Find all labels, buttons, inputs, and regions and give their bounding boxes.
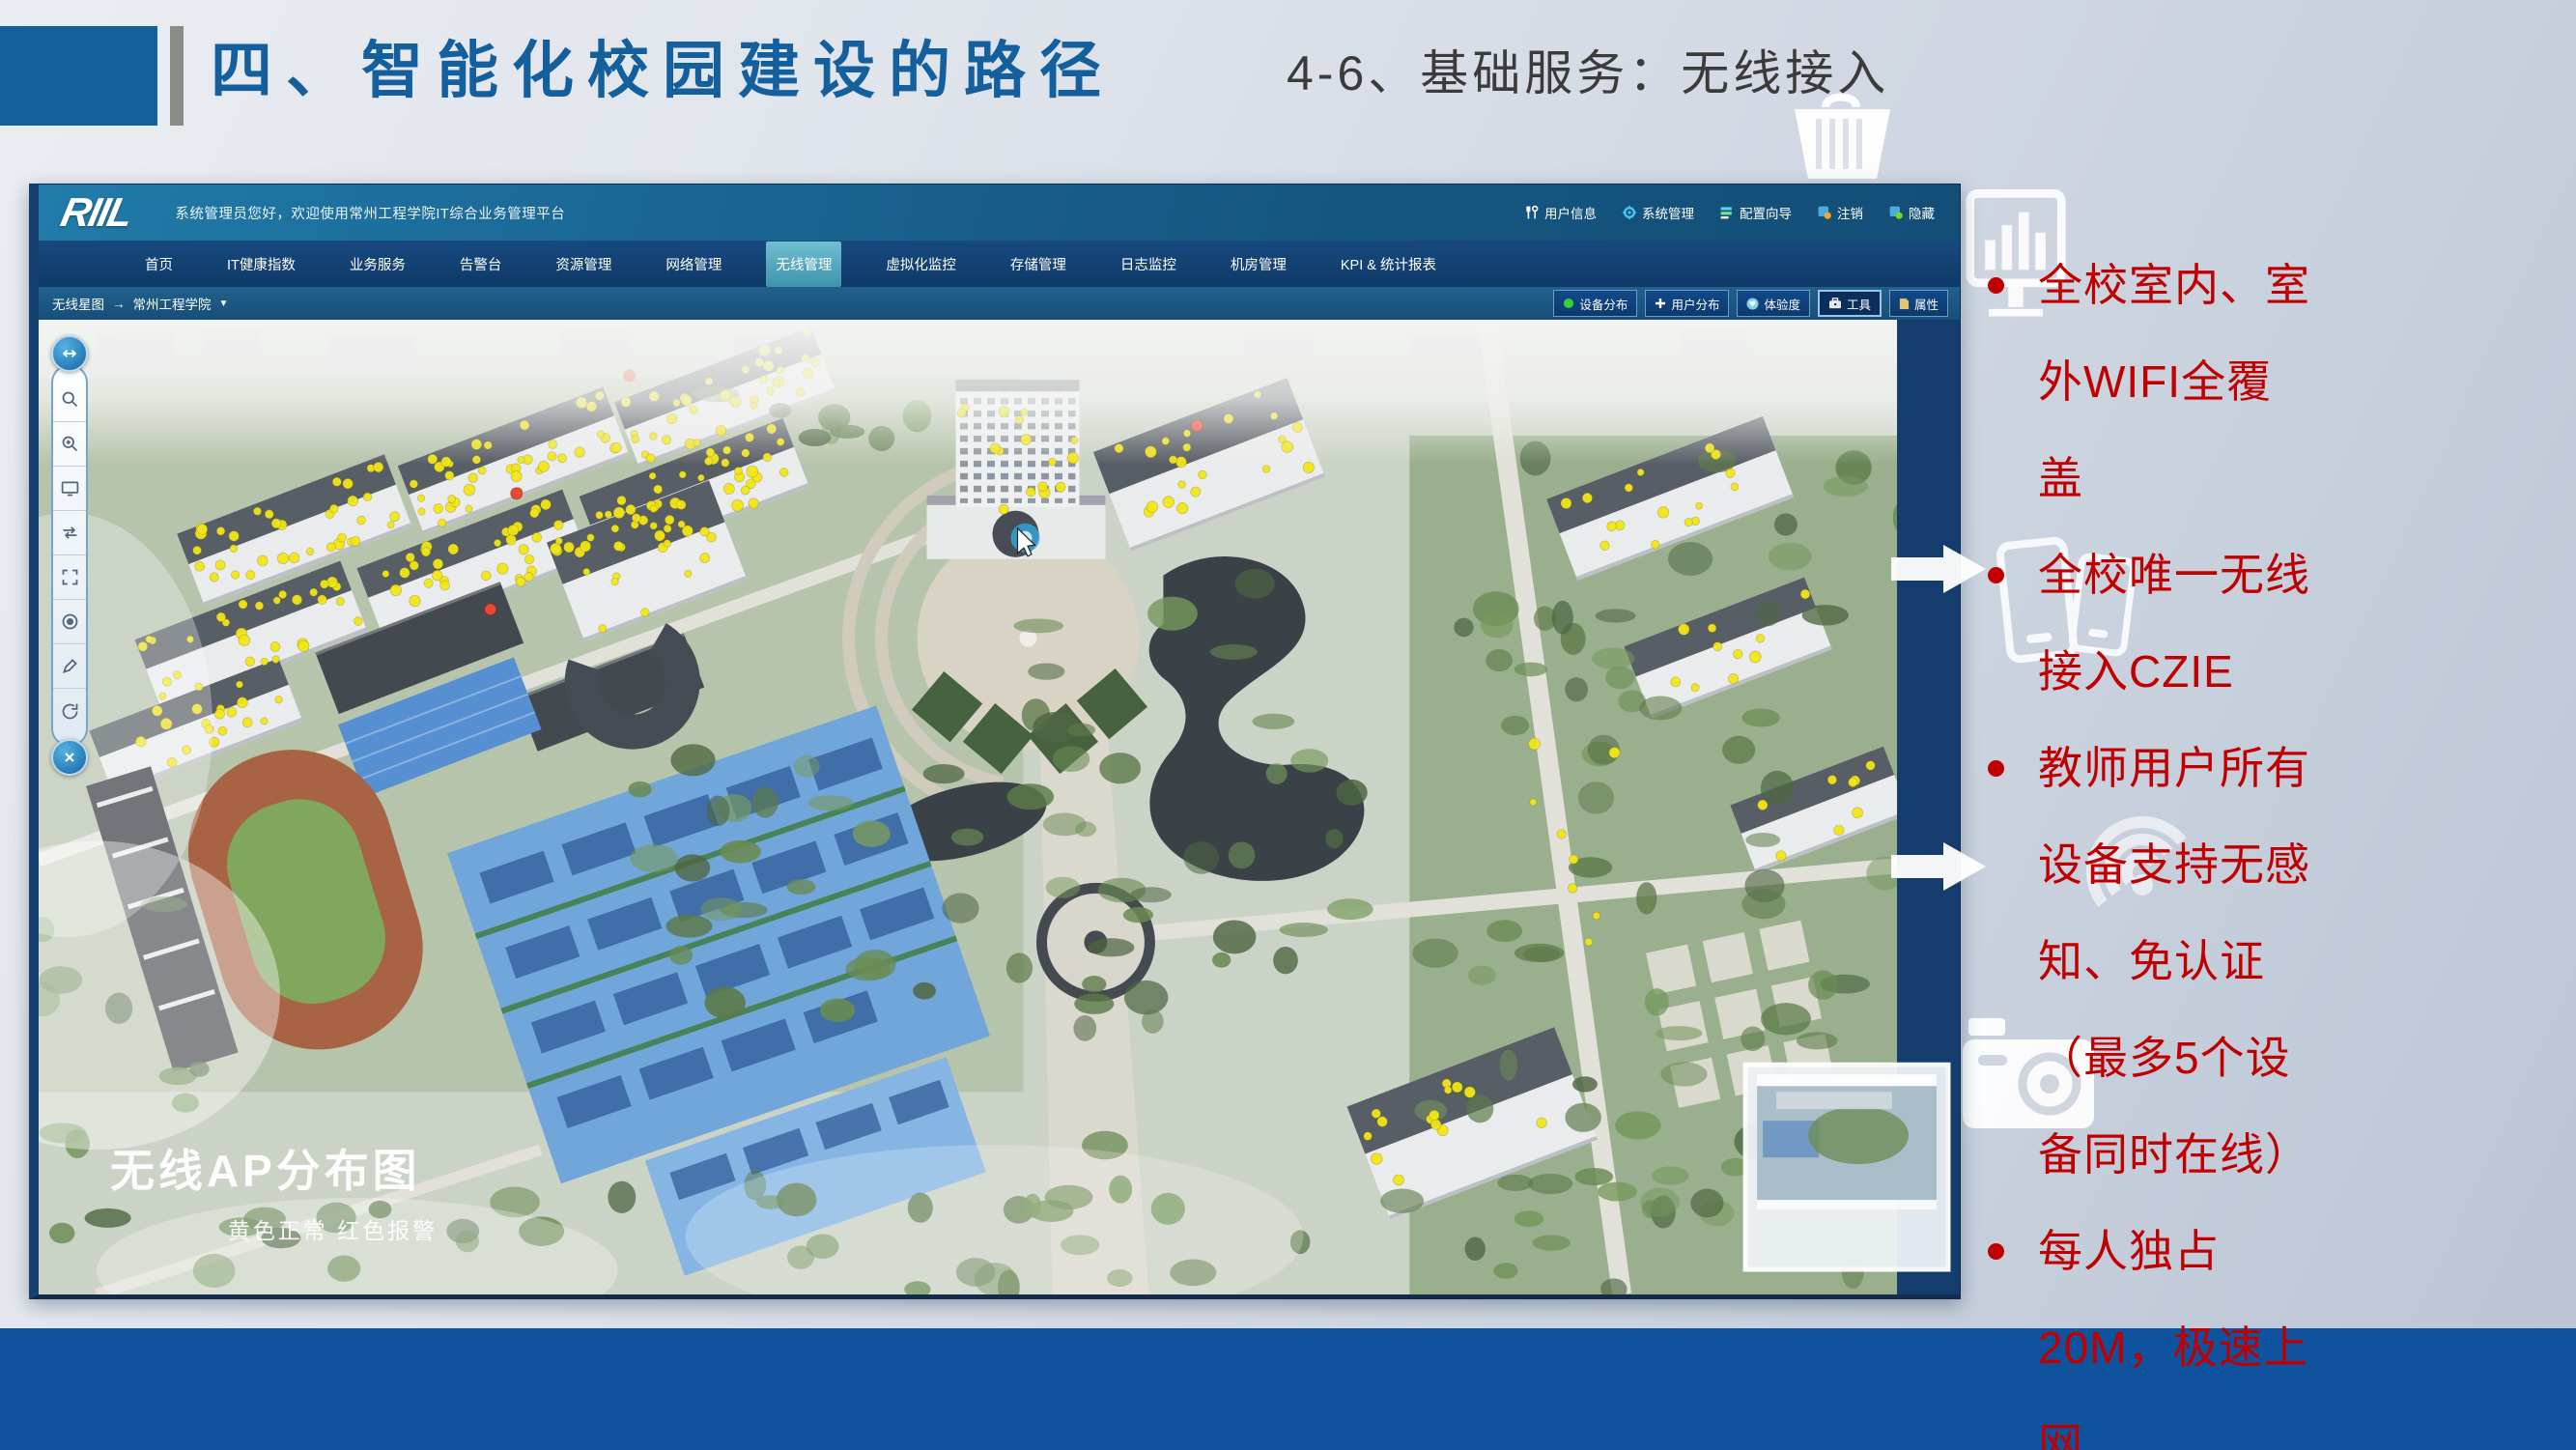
slide-subtitle: 4-6、基础服务：无线接入	[1287, 35, 1889, 104]
welcome-text: 系统管理员您好，欢迎使用常州工程学院IT综合业务管理平台	[175, 203, 565, 223]
edit-tool[interactable]	[53, 644, 86, 689]
swap-arrows-icon	[60, 523, 80, 543]
arrow-right-icon	[1891, 539, 1988, 599]
nav-alarm[interactable]: 告警台	[450, 242, 512, 287]
view-toolbar: 设备分布 用户分布 体验度 工具 属性	[1553, 290, 1948, 317]
swap-tool[interactable]	[53, 511, 86, 555]
close-x-icon	[62, 750, 77, 765]
tools-briefcase-icon	[1828, 298, 1842, 309]
record-tool[interactable]	[53, 600, 86, 644]
main-nav: 首页 IT健康指数 业务服务 告警台 资源管理 网络管理 无线管理 虚拟化监控 …	[39, 241, 1960, 287]
hide-icon	[1888, 205, 1904, 220]
map-tool-pill	[51, 364, 88, 747]
wizard-icon	[1719, 205, 1735, 220]
tools-button[interactable]: 工具	[1818, 290, 1882, 317]
fullscreen-tool[interactable]	[53, 555, 86, 600]
riil-logo: RIIL	[57, 189, 136, 236]
device-distribution-button[interactable]: 设备分布	[1553, 290, 1637, 317]
nav-it-health[interactable]: IT健康指数	[217, 242, 305, 287]
nav-network[interactable]: 网络管理	[656, 242, 731, 287]
logout-link[interactable]: 注销	[1817, 203, 1863, 222]
logout-icon	[1817, 205, 1832, 220]
breadcrumb-root[interactable]: 无线星图	[52, 294, 104, 313]
map-toolbar	[48, 335, 91, 776]
nav-virtualization[interactable]: 虚拟化监控	[876, 242, 966, 287]
edit-pencil-icon	[60, 656, 80, 676]
app-header: RIIL 系统管理员您好，欢迎使用常州工程学院IT综合业务管理平台 用户信息 系…	[39, 185, 1960, 241]
experience-heart-icon	[1746, 298, 1759, 310]
bullet-text: 全校室内、室外WIFI全覆盖	[2038, 260, 2310, 503]
refresh-icon	[60, 701, 80, 722]
zoom-in-tool[interactable]	[53, 422, 86, 467]
nav-wireless[interactable]: 无线管理	[766, 242, 841, 287]
refresh-tool[interactable]	[53, 689, 86, 733]
presentation-slide: 四、智能化校园建设的路径 4-6、基础服务：无线接入	[0, 0, 2576, 1450]
bullet-item: 全校唯一无线接入CZIE	[1978, 526, 2316, 720]
title-accent-square	[0, 26, 157, 126]
bullet-text: 全校唯一无线接入CZIE	[2038, 550, 2310, 697]
zoom-in-icon	[60, 434, 80, 454]
breadcrumb-current[interactable]: 常州工程学院	[133, 294, 212, 313]
bullet-item: 全校室内、室外WIFI全覆盖	[1978, 237, 2316, 526]
nav-resource[interactable]: 资源管理	[546, 242, 621, 287]
screen-icon	[60, 478, 80, 498]
overview-minimap[interactable]	[1745, 1065, 1948, 1269]
experience-button[interactable]: 体验度	[1737, 290, 1810, 317]
basket-icon	[1787, 92, 1898, 181]
properties-doc-icon	[1899, 298, 1910, 310]
nav-log[interactable]: 日志监控	[1111, 242, 1186, 287]
bullet-dot	[1988, 1243, 2004, 1260]
title-accent-bar	[170, 26, 184, 126]
record-dot-icon	[60, 611, 80, 632]
user-distribution-button[interactable]: 用户分布	[1645, 290, 1729, 317]
collapse-arrow-icon	[60, 344, 79, 363]
user-info-icon	[1524, 205, 1540, 220]
riil-platform-window: RIIL 系统管理员您好，欢迎使用常州工程学院IT综合业务管理平台 用户信息 系…	[29, 184, 1961, 1299]
bullet-item: 教师用户所有设备支持无感知、免认证（最多5个设备同时在线）	[1978, 720, 2316, 1203]
map-caption-title: 无线AP分布图	[110, 1146, 421, 1196]
config-wizard-link[interactable]: 配置向导	[1719, 203, 1792, 222]
header-links: 用户信息 系统管理 配置向导 注销 隐藏	[1524, 203, 1935, 222]
properties-button[interactable]: 属性	[1889, 290, 1948, 317]
hide-link[interactable]: 隐藏	[1888, 203, 1935, 222]
slide-title: 四、智能化校园建设的路径	[211, 21, 1115, 110]
map-caption-sub: 黄色正常 红色报警	[228, 1218, 438, 1243]
collapse-toolbar-button[interactable]	[51, 335, 88, 372]
bullet-text: 每人独占20M，极速上网	[2038, 1226, 2308, 1450]
map-area: 无线AP分布图 黄色正常 红色报警	[39, 320, 1960, 1294]
fullscreen-icon	[60, 567, 80, 587]
chevron-down-icon[interactable]: ▼	[219, 299, 229, 309]
close-toolbar-button[interactable]	[51, 739, 88, 776]
user-plus-icon	[1655, 298, 1666, 309]
bullet-item: 每人独占20M，极速上网	[1978, 1203, 2316, 1450]
arrow-right-icon	[1891, 837, 1988, 896]
breadcrumb-separator: →	[112, 297, 126, 311]
search-tool[interactable]	[53, 378, 86, 422]
nav-kpi[interactable]: KPI & 统计报表	[1331, 242, 1446, 287]
nav-machine-room[interactable]: 机房管理	[1221, 242, 1296, 287]
bullet-text: 教师用户所有设备支持无感知、免认证（最多5个设备同时在线）	[2038, 743, 2310, 1180]
settings-gear-icon	[1622, 205, 1637, 220]
bullet-dot	[1988, 760, 2004, 777]
screen-tool[interactable]	[53, 467, 86, 511]
bullet-dot	[1988, 277, 2004, 294]
nav-home[interactable]: 首页	[135, 242, 183, 287]
user-info-link[interactable]: 用户信息	[1524, 203, 1597, 222]
bullet-dot	[1988, 567, 2004, 583]
device-dot-icon	[1563, 298, 1574, 309]
search-icon	[60, 389, 80, 410]
bullet-list: 全校室内、室外WIFI全覆盖 全校唯一无线接入CZIE 教师用户所有设备支持无感…	[1978, 237, 2558, 1450]
system-admin-link[interactable]: 系统管理	[1622, 203, 1694, 222]
nav-business[interactable]: 业务服务	[340, 242, 415, 287]
nav-storage[interactable]: 存储管理	[1001, 242, 1076, 287]
campus-aerial-map[interactable]: 无线AP分布图 黄色正常 红色报警	[39, 320, 1960, 1294]
